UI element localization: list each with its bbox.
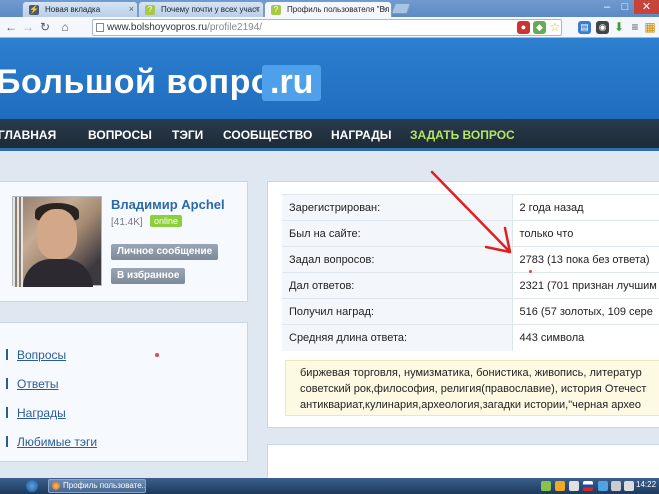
interests-line: советский рок,философия, религия(правосл… xyxy=(300,383,647,395)
stat-value: 2 года назад xyxy=(512,194,659,221)
table-row: Получил наград: 516 (57 золотых, 109 сере xyxy=(282,298,659,325)
url-host: www.bolshoyvopros.ru xyxy=(107,22,208,33)
site-logo-suffix[interactable]: .ru xyxy=(262,65,322,101)
table-row: Зарегистрирован: 2 года назад xyxy=(282,194,659,221)
close-icon[interactable]: × xyxy=(383,4,388,14)
network-icon[interactable] xyxy=(611,481,621,491)
menu-item-label: Награды xyxy=(17,406,66,420)
extension-icon[interactable]: ◆ xyxy=(533,21,546,34)
table-row: Средняя длина ответа: 443 символа xyxy=(282,324,659,351)
nav-tags[interactable]: ТЭГИ xyxy=(172,128,203,142)
menu-item-answers[interactable]: Ответы xyxy=(6,377,58,391)
stat-label: Был на сайте: xyxy=(282,220,513,247)
site-favicon-icon: ? xyxy=(145,5,155,15)
user-name[interactable]: Владимир Apchel xyxy=(111,197,225,212)
stats-table: Зарегистрирован: 2 года назад Был на сайт… xyxy=(282,194,659,351)
stat-label: Средняя длина ответа: xyxy=(282,324,513,351)
forward-arrow-icon[interactable]: → xyxy=(21,19,35,35)
close-icon[interactable]: × xyxy=(129,4,134,14)
reload-icon[interactable]: ↻ xyxy=(38,19,52,35)
home-icon[interactable]: ⌂ xyxy=(58,19,72,35)
menu-item-label: Вопросы xyxy=(17,348,67,362)
tray-icon[interactable] xyxy=(598,481,608,491)
stat-label: Зарегистрирован: xyxy=(282,194,513,221)
profile-menu: Вопросы Ответы Награды Любимые тэги xyxy=(0,322,248,462)
extension-icon[interactable]: ● xyxy=(517,21,530,34)
table-row: Был на сайте: только что xyxy=(282,220,659,247)
site-logo[interactable]: Большой вопрос xyxy=(0,63,291,102)
tab-title: Почему почти у всех участ xyxy=(161,5,260,14)
menu-item-label: Любимые тэги xyxy=(17,435,98,449)
nav-ask-question[interactable]: ЗАДАТЬ ВОПРОС xyxy=(410,128,515,142)
clock[interactable]: 14:22 xyxy=(636,480,656,489)
site-favicon-icon: ? xyxy=(271,5,281,15)
table-row: Задал вопросов: 2783 (13 пока без ответа) xyxy=(282,246,659,273)
close-icon[interactable]: × xyxy=(255,4,260,14)
menu-item-questions[interactable]: Вопросы xyxy=(6,348,66,362)
tab-title: Новая вкладка xyxy=(45,5,101,14)
extension-icon[interactable]: ▦ xyxy=(643,19,657,35)
tray-icon[interactable] xyxy=(555,481,565,491)
stat-value: 443 символа xyxy=(512,324,659,351)
stat-label: Дал ответов: xyxy=(282,272,513,299)
minimize-icon[interactable]: – xyxy=(598,0,616,14)
tray-icon[interactable] xyxy=(569,481,579,491)
marker-dot xyxy=(529,270,532,273)
tab-question[interactable]: ? Почему почти у всех участ × xyxy=(138,1,264,17)
browser-tab-strip: ⚡ Новая вкладка × ? Почему почти у всех … xyxy=(0,0,659,18)
menu-item-favorite-tags[interactable]: Любимые тэги xyxy=(6,435,97,449)
lightning-icon: ⚡ xyxy=(29,5,39,15)
stat-label: Получил наград: xyxy=(282,298,513,325)
marker-dot xyxy=(155,353,159,357)
address-toolbar: ← → ↻ ⌂ www.bolshoyvopros.ru/profile2194… xyxy=(0,17,659,38)
avatar xyxy=(12,196,102,287)
stat-value: 2321 (701 признан лучшим xyxy=(512,272,659,299)
nav-questions[interactable]: ВОПРОСЫ xyxy=(88,128,152,142)
tab-title: Профиль пользователя "Вл xyxy=(287,5,390,14)
download-icon[interactable]: ⬇ xyxy=(612,19,626,35)
url-path: /profile2194/ xyxy=(207,22,263,33)
user-rating: [41.4K] xyxy=(111,217,143,228)
taskbar: Профиль пользовате... 14:22 xyxy=(0,478,659,494)
nav-community[interactable]: СООБЩЕСТВО xyxy=(223,128,312,142)
add-favorite-button[interactable]: В избранное xyxy=(111,268,186,284)
profile-card: Владимир Apchel [41.4K] online Личное со… xyxy=(0,181,248,302)
page-icon xyxy=(96,23,104,32)
tab-profile[interactable]: ? Профиль пользователя "Вл × xyxy=(264,1,392,18)
table-row: Дал ответов: 2321 (701 признан лучшим xyxy=(282,272,659,299)
status-badge: online xyxy=(150,215,183,227)
taskbar-window-button[interactable]: Профиль пользовате... xyxy=(48,479,146,493)
maximize-icon[interactable]: □ xyxy=(616,0,634,14)
star-icon[interactable]: ☆ xyxy=(548,19,562,35)
address-bar[interactable]: www.bolshoyvopros.ru/profile2194/ xyxy=(92,19,562,36)
menu-icon[interactable]: ≡ xyxy=(628,19,642,35)
extension-icon[interactable]: ◉ xyxy=(596,21,609,34)
site-header: Большой вопрос .ru xyxy=(0,38,659,119)
stat-value: только что xyxy=(512,220,659,247)
interests-line: антиквариат,кулинария,археология,загадки… xyxy=(300,399,641,411)
back-arrow-icon[interactable]: ← xyxy=(4,19,18,35)
volume-icon[interactable] xyxy=(624,481,634,491)
private-message-button[interactable]: Личное сообщение xyxy=(111,244,219,260)
stat-value: 2783 (13 пока без ответа) xyxy=(512,246,659,273)
language-flag-icon[interactable] xyxy=(583,481,593,491)
new-tab-button[interactable] xyxy=(390,3,412,14)
start-icon[interactable] xyxy=(26,480,38,492)
extension-icon[interactable]: ▤ xyxy=(578,21,591,34)
stats-panel: Зарегистрирован: 2 года назад Был на сайт… xyxy=(267,181,659,428)
menu-item-label: Ответы xyxy=(17,377,59,391)
nav-home[interactable]: ГЛАВНАЯ xyxy=(0,128,56,142)
taskbar-window-title: Профиль пользовате... xyxy=(63,481,146,490)
nav-awards[interactable]: НАГРАДЫ xyxy=(331,128,392,142)
tab-new[interactable]: ⚡ Новая вкладка × xyxy=(22,1,138,17)
stat-label: Задал вопросов: xyxy=(282,246,513,273)
window-close-icon[interactable]: ✕ xyxy=(634,0,659,14)
menu-item-awards[interactable]: Награды xyxy=(6,406,66,420)
main-navigation: ГЛАВНАЯ ВОПРОСЫ ТЭГИ СООБЩЕСТВО НАГРАДЫ … xyxy=(0,119,659,151)
interests-box: биржевая торговля, нумизматика, бонистик… xyxy=(285,360,659,416)
interests-line: биржевая торговля, нумизматика, бонистик… xyxy=(300,367,642,379)
stat-value: 516 (57 золотых, 109 сере xyxy=(512,298,659,325)
chrome-icon xyxy=(52,482,60,490)
tray-icon[interactable] xyxy=(541,481,551,491)
